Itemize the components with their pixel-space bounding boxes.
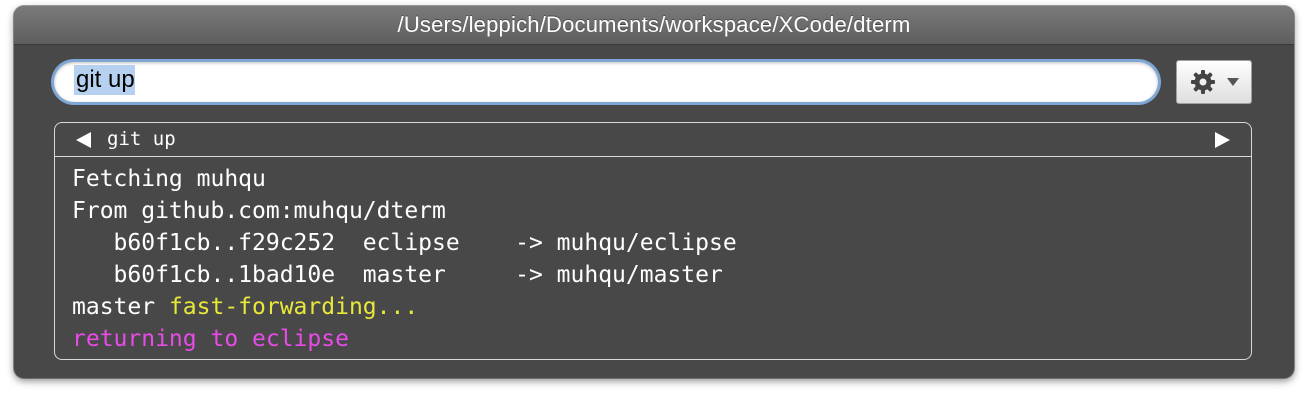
- action-menu-button[interactable]: [1176, 60, 1252, 104]
- output-command-label: git up: [107, 128, 176, 150]
- command-input[interactable]: git up: [74, 65, 1134, 98]
- output-line: Fetching muhqu: [72, 166, 266, 192]
- terminal-window: /Users/leppich/Documents/workspace/XCode…: [14, 6, 1294, 378]
- triangle-right-icon[interactable]: [1213, 131, 1233, 149]
- output-line: master fast-forwarding...: [72, 291, 737, 323]
- triangle-left-icon[interactable]: [73, 131, 93, 149]
- output-header: git up: [55, 123, 1251, 157]
- output-text: Fetching muhqu From github.com:muhqu/dter…: [72, 163, 737, 355]
- output-panel: git up Fetching muhqu From github.com:muh…: [54, 122, 1252, 360]
- output-line-highlight: fast-forwarding...: [168, 294, 419, 320]
- output-line-prefix: master: [72, 294, 169, 320]
- command-field[interactable]: git up: [54, 62, 1158, 102]
- output-line: b60f1cb..f29c252 eclipse -> muhqu/eclips…: [72, 230, 737, 256]
- output-line: b60f1cb..1bad10e master -> muhqu/master: [72, 262, 723, 288]
- gear-icon: [1189, 68, 1217, 96]
- title-bar[interactable]: /Users/leppich/Documents/workspace/XCode…: [14, 6, 1294, 45]
- output-line: returning to eclipse: [72, 326, 349, 352]
- output-line: From github.com:muhqu/dterm: [72, 198, 446, 224]
- chevron-down-icon: [1227, 77, 1239, 87]
- command-input-value: git up: [74, 65, 135, 95]
- window-title: /Users/leppich/Documents/workspace/XCode…: [397, 12, 911, 37]
